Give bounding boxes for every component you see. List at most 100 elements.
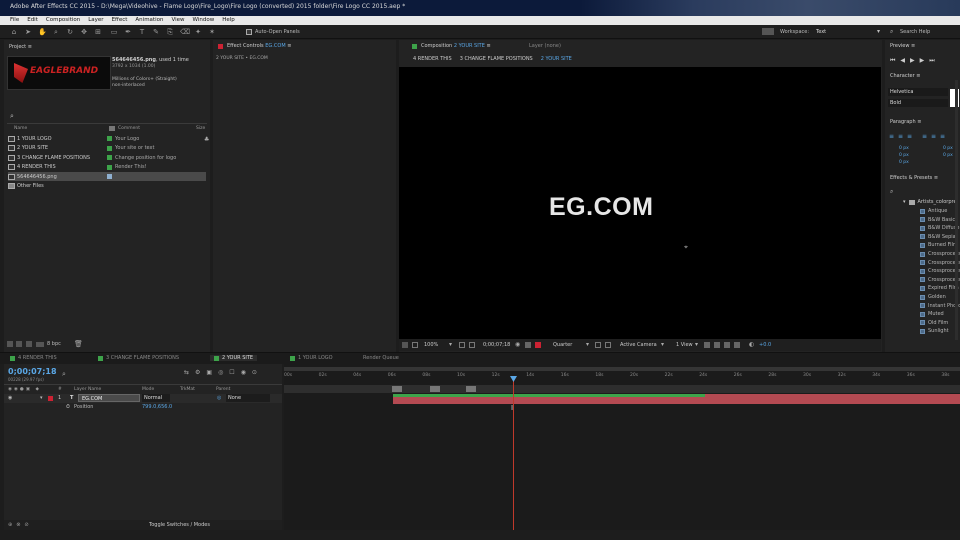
- col-layer-name[interactable]: Layer Name: [74, 387, 101, 392]
- zoom-tool-icon[interactable]: ⌕: [52, 28, 60, 36]
- work-area-bar[interactable]: [284, 385, 960, 393]
- auto-open-checkbox[interactable]: [246, 29, 252, 35]
- transparency-grid-icon[interactable]: [605, 342, 611, 348]
- flowchart-icon[interactable]: ♣: [204, 136, 209, 143]
- paragraph-px-value[interactable]: 0 px: [943, 146, 953, 151]
- color-depth-icon[interactable]: [36, 342, 44, 347]
- font-style-field[interactable]: Bold: [888, 99, 948, 107]
- timeline-switches[interactable]: ⇆⚙▣◎☐◉⊙: [184, 369, 263, 376]
- playhead-line[interactable]: [513, 376, 514, 530]
- menu-item-help[interactable]: Help: [222, 17, 235, 25]
- camera-icon[interactable]: ◉: [515, 341, 520, 348]
- type-tool-icon[interactable]: T: [138, 28, 146, 36]
- timeline-icon[interactable]: [724, 342, 730, 348]
- brush-tool-icon[interactable]: ✎: [152, 28, 160, 36]
- preset-item[interactable]: Antique: [920, 207, 947, 215]
- chevron-down-icon[interactable]: ▾: [877, 28, 880, 35]
- col-mode[interactable]: Mode: [142, 387, 154, 392]
- label-color-icon[interactable]: [107, 136, 112, 141]
- expand-arrow-icon[interactable]: ▾: [40, 395, 43, 401]
- menu-item-animation[interactable]: Animation: [135, 17, 163, 25]
- workspace-icon[interactable]: [762, 28, 774, 35]
- paragraph-tab[interactable]: Paragraph ≡: [890, 119, 921, 127]
- chevron-down-icon[interactable]: ▾: [586, 341, 589, 348]
- label-color-icon[interactable]: [107, 174, 112, 179]
- search-icon[interactable]: ⌕: [890, 188, 893, 196]
- layer-mode[interactable]: Normal: [142, 394, 170, 402]
- menu-item-view[interactable]: View: [171, 17, 184, 25]
- flowchart-icon[interactable]: [734, 342, 740, 348]
- timeline-timecode[interactable]: 0;00;07;18: [8, 367, 57, 376]
- workspace-value[interactable]: Text: [816, 29, 826, 35]
- parent-pickwhip-icon[interactable]: ◎: [217, 395, 221, 401]
- preset-item[interactable]: Old Film: [920, 319, 948, 327]
- label-col-icon[interactable]: [109, 126, 115, 131]
- pan-behind-tool-icon[interactable]: ⊞: [94, 28, 102, 36]
- fast-preview-icon[interactable]: [714, 342, 720, 348]
- layer-name[interactable]: EG.COM: [78, 394, 140, 402]
- preset-item[interactable]: Muted: [920, 310, 944, 318]
- label-color-icon[interactable]: [107, 164, 112, 170]
- marker-icon[interactable]: [430, 386, 440, 392]
- timeline-tab[interactable]: 1 YOUR LOGO: [290, 355, 333, 361]
- position-value[interactable]: 799.0,656.0: [142, 404, 172, 410]
- trash-icon[interactable]: 🗑: [74, 340, 83, 348]
- exposure-icon[interactable]: ◐: [749, 341, 754, 348]
- preset-item[interactable]: Crossprocess: [920, 259, 960, 267]
- preset-item[interactable]: Burned Film: [920, 241, 958, 249]
- paragraph-px-value[interactable]: 0 px: [899, 153, 909, 158]
- camera-value[interactable]: Active Camera: [620, 342, 657, 348]
- chevron-down-icon[interactable]: ▾: [449, 341, 452, 348]
- always-preview-icon[interactable]: [402, 342, 408, 348]
- menu-item-file[interactable]: File: [10, 17, 19, 25]
- resolution-icon[interactable]: [459, 342, 465, 348]
- search-icon[interactable]: ⌕: [62, 370, 66, 379]
- timeline-tab[interactable]: 4 RENDER THIS: [10, 355, 57, 361]
- col-comment[interactable]: Comment: [118, 126, 140, 131]
- channel-icon[interactable]: [525, 342, 531, 348]
- layer-row[interactable]: ◉ ▾ 1 T EG.COM Normal ◎ None: [4, 394, 282, 403]
- hand-tool-icon[interactable]: ✋: [38, 28, 47, 36]
- preset-item[interactable]: Expired Film: [920, 284, 959, 292]
- crumb-item[interactable]: 3 CHANGE FLAME POSITIONS: [460, 56, 533, 65]
- layer-tab[interactable]: Layer (none): [529, 43, 561, 51]
- color-channel-icon[interactable]: [535, 342, 541, 348]
- label-color-icon[interactable]: [48, 396, 53, 401]
- timeline-tab[interactable]: Render Queue: [363, 355, 399, 361]
- menu-item-composition[interactable]: Composition: [46, 17, 80, 25]
- footer-icons[interactable]: ⊕⊗⊘: [8, 522, 33, 528]
- preset-item[interactable]: Crossprocess: [920, 276, 960, 284]
- parent-select[interactable]: None: [226, 394, 270, 402]
- work-area-nav[interactable]: [284, 367, 960, 371]
- label-color-icon[interactable]: [107, 145, 112, 151]
- paragraph-px-value[interactable]: 0 px: [943, 153, 953, 158]
- crumb-item[interactable]: 2 YOUR SITE: [541, 56, 572, 65]
- rectangle-tool-icon[interactable]: ▭: [110, 28, 118, 36]
- list-item[interactable]: 2 YOUR SITE Your site or text: [8, 144, 206, 153]
- toggle-pixel-icon[interactable]: [704, 342, 710, 348]
- view-value[interactable]: 1 View: [676, 342, 693, 348]
- grid-icon[interactable]: [469, 342, 475, 348]
- layer-duration-bar[interactable]: [393, 394, 960, 404]
- puppet-tool-icon[interactable]: ✶: [208, 28, 216, 36]
- preset-item[interactable]: Crossprocess: [920, 267, 960, 275]
- preset-item[interactable]: Sunlight: [920, 327, 949, 335]
- list-item[interactable]: 564646456.png: [8, 172, 206, 181]
- bpc-label[interactable]: 8 bpc: [47, 341, 61, 347]
- effect-controls-tab[interactable]: Effect Controls EG.COM ≡: [227, 43, 291, 51]
- search-help-field[interactable]: Search Help: [900, 29, 930, 35]
- preview-controls[interactable]: ⏮◀▶▶⏭: [890, 57, 940, 65]
- clone-tool-icon[interactable]: ⎘: [166, 28, 174, 36]
- preview-tab[interactable]: Preview ≡: [890, 43, 915, 51]
- col-name[interactable]: Name: [14, 126, 27, 131]
- menu-item-layer[interactable]: Layer: [88, 17, 103, 25]
- comp-viewer[interactable]: EG.COM ⌖: [399, 67, 881, 339]
- eye-icon[interactable]: ◉: [8, 395, 12, 401]
- label-color-icon[interactable]: [107, 155, 112, 160]
- interpret-footage-icon[interactable]: [7, 341, 13, 347]
- chevron-down-icon[interactable]: ▾: [695, 341, 698, 348]
- quality-value[interactable]: Quarter: [553, 342, 572, 348]
- paragraph-px-value[interactable]: 0 px: [899, 146, 909, 151]
- selection-tool-icon[interactable]: ➤: [24, 28, 32, 36]
- time-ruler[interactable]: 00s 02s 04s 06s 08s 10s 12s 14s 16s 18s 20s 22s 24s 2…: [284, 372, 960, 384]
